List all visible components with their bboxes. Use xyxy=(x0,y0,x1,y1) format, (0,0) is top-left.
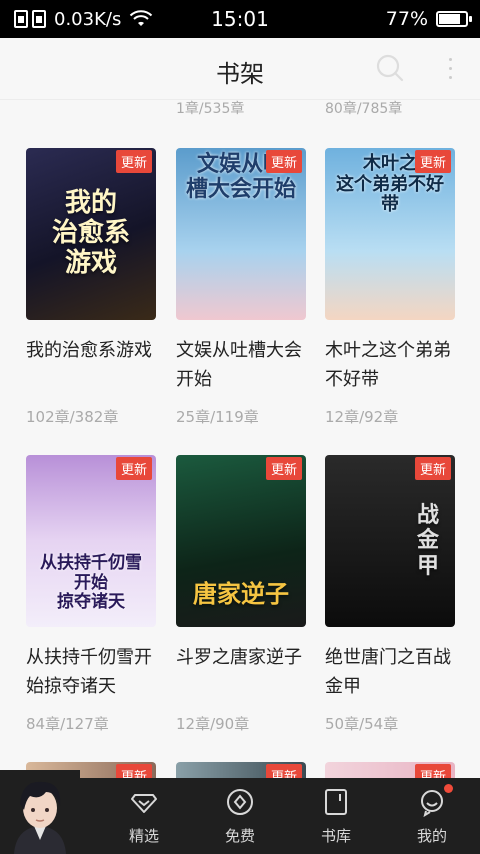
cover-title: 我的 治愈系 游戏 xyxy=(51,188,130,278)
battery-icon xyxy=(436,11,472,27)
more-icon[interactable] xyxy=(438,52,462,84)
avatar[interactable] xyxy=(0,770,80,854)
book-cover[interactable]: 从扶持千仞雪 开始 掠夺诸天 更新 xyxy=(26,455,156,627)
book-cover[interactable]: 战 金 甲 更新 xyxy=(325,455,455,627)
cover-title: 从扶持千仞雪 开始 掠夺诸天 xyxy=(40,553,142,613)
reading-progress: 12章/90章 xyxy=(176,715,250,733)
update-badge: 更新 xyxy=(414,150,451,173)
cover-title: 战 金 甲 xyxy=(416,503,439,579)
update-badge: 更新 xyxy=(265,150,302,173)
nav-mine[interactable]: 我的 xyxy=(392,778,472,854)
book-title: 木叶之这个弟弟不好带 xyxy=(325,340,451,390)
nav-label: 书库 xyxy=(320,826,351,845)
book-item[interactable]: 战 金 甲 更新 绝世唐门之百战金甲 50章/54章 xyxy=(325,455,455,734)
book-item[interactable]: 唐家逆子 更新 斗罗之唐家逆子 12章/90章 xyxy=(176,455,306,734)
reading-progress: 102章/382章 xyxy=(26,408,119,426)
notification-dot xyxy=(444,784,453,793)
reading-progress: 12章/92章 xyxy=(325,408,399,426)
battery-percent: 77% xyxy=(385,8,428,30)
update-badge: 更新 xyxy=(265,457,302,480)
partial-progress-1: 1章/535章 xyxy=(176,101,245,116)
book-title: 我的治愈系游戏 xyxy=(26,340,152,361)
bottom-navigation: 精选 免费 书库 我的 xyxy=(0,770,480,854)
sim-card-2-icon xyxy=(32,10,46,28)
status-bar: 0.03K/s 15:01 77% xyxy=(0,0,480,38)
book-item[interactable]: 木叶之 这个弟弟不好带 更新 木叶之这个弟弟不好带 12章/92章 xyxy=(325,148,455,427)
update-badge: 更新 xyxy=(115,150,152,173)
page-title: 书架 xyxy=(216,60,264,88)
book-cover[interactable]: 木叶之 这个弟弟不好带 更新 xyxy=(325,148,455,320)
nav-library[interactable]: 书库 xyxy=(296,778,376,854)
nav-label: 精选 xyxy=(128,826,159,845)
book-title: 斗罗之唐家逆子 xyxy=(176,647,302,668)
update-badge: 更新 xyxy=(414,457,451,480)
wifi-icon xyxy=(130,10,153,26)
update-badge: 更新 xyxy=(115,457,152,480)
cover-title: 唐家逆子 xyxy=(193,580,289,609)
book-item[interactable]: 文娱从吐 槽大会开始 更新 文娱从吐槽大会开始 25章/119章 xyxy=(176,148,306,427)
reading-progress: 50章/54章 xyxy=(325,715,399,733)
reading-progress: 84章/127章 xyxy=(26,715,109,733)
partial-row: 1章/535章 80章/785章 xyxy=(0,100,480,116)
partial-progress-2: 80章/785章 xyxy=(325,101,403,116)
top-bar: 书架 xyxy=(0,38,480,100)
book-cover[interactable]: 文娱从吐 槽大会开始 更新 xyxy=(176,148,306,320)
nav-label: 我的 xyxy=(416,826,447,845)
book-cover[interactable]: 唐家逆子 更新 xyxy=(176,455,306,627)
sim-card-icon xyxy=(14,10,28,28)
coin-icon xyxy=(227,788,253,815)
book-item[interactable]: 从扶持千仞雪 开始 掠夺诸天 更新 从扶持千仞雪开始掠夺诸天 84章/127章 xyxy=(26,455,156,734)
book-cover[interactable]: 更新 xyxy=(176,762,306,778)
update-badge: 更新 xyxy=(414,764,451,778)
nav-free[interactable]: 免费 xyxy=(200,778,280,854)
book-title: 绝世唐门之百战金甲 xyxy=(325,647,451,697)
book-icon xyxy=(325,788,347,815)
nav-label: 免费 xyxy=(224,826,255,845)
update-badge: 更新 xyxy=(115,764,152,778)
diamond-icon xyxy=(131,793,157,813)
search-icon[interactable] xyxy=(374,52,406,84)
update-badge: 更新 xyxy=(265,764,302,778)
book-cover[interactable]: 更新 xyxy=(325,762,455,778)
reading-progress: 25章/119章 xyxy=(176,408,259,426)
book-title: 从扶持千仞雪开始掠夺诸天 xyxy=(26,647,152,697)
book-cover[interactable]: 我的 治愈系 游戏 更新 xyxy=(26,148,156,320)
book-title: 文娱从吐槽大会开始 xyxy=(176,340,302,390)
network-speed: 0.03K/s xyxy=(54,8,122,30)
profile-icon xyxy=(421,789,443,817)
book-item[interactable]: 我的 治愈系 游戏 更新 我的治愈系游戏 102章/382章 xyxy=(26,148,156,427)
nav-featured[interactable]: 精选 xyxy=(104,778,184,854)
